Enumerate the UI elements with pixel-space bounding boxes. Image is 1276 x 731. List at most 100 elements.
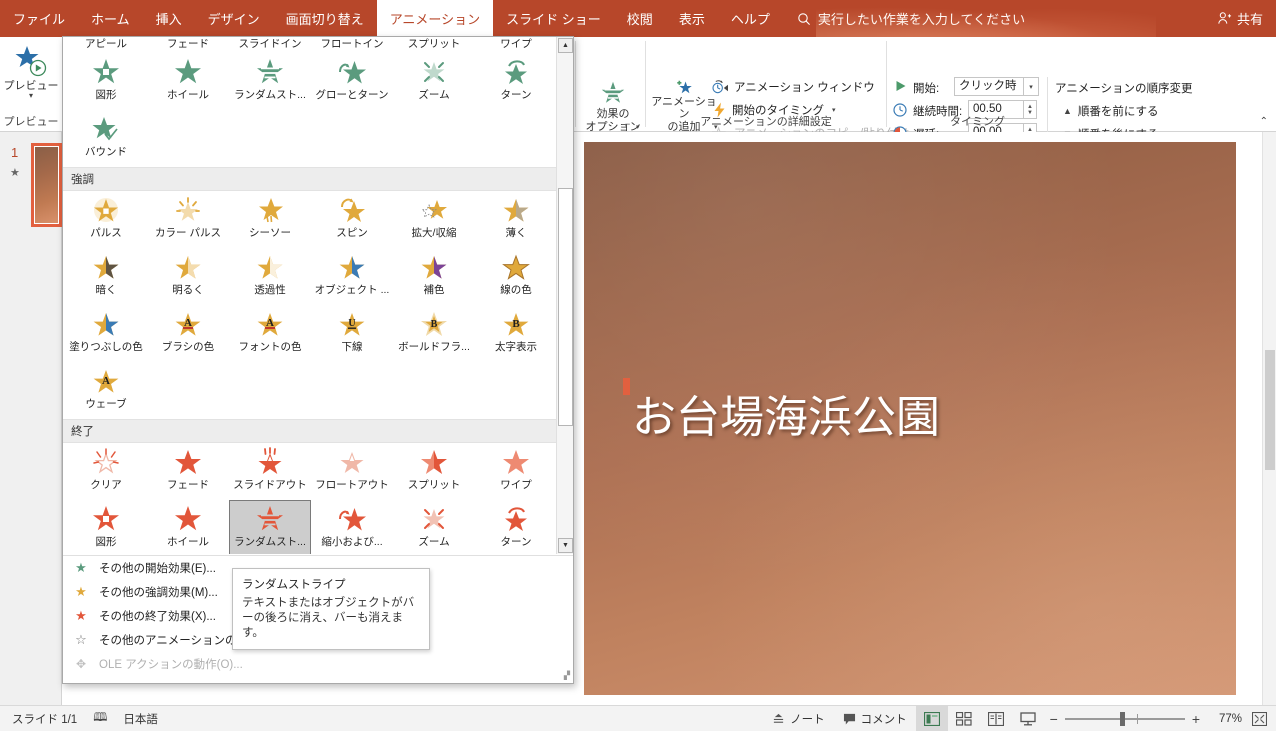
tab-slideshow[interactable]: スライド ショー <box>493 0 614 37</box>
effect-exit-random-bars[interactable]: ランダムスト... <box>229 500 311 554</box>
tab-design[interactable]: デザイン <box>195 0 273 37</box>
effect-exit-fade[interactable]: フェード <box>147 443 229 500</box>
effect-exit-float-out[interactable]: フロートアウト <box>311 443 393 500</box>
view-slideshow-button[interactable] <box>1012 706 1044 731</box>
editor-scrollbar-thumb[interactable] <box>1265 350 1275 470</box>
language-label[interactable]: 日本語 <box>123 711 158 727</box>
zoom-track[interactable] <box>1064 711 1185 726</box>
effect-emphasis-color-pulse[interactable]: カラー パルス <box>147 191 229 248</box>
effect-exit-split[interactable]: スプリット <box>393 443 475 500</box>
star-exit-random-bars-icon <box>257 506 283 531</box>
effect-emphasis-font-color[interactable]: A フォントの色 <box>229 305 311 362</box>
effect-entrance-wipe[interactable]: ワイプ <box>475 37 557 53</box>
start-select-value[interactable]: クリック時 <box>954 77 1024 96</box>
effect-entrance-fly-in[interactable]: スライドイン <box>229 37 311 53</box>
zoom-out-button[interactable]: − <box>1050 711 1058 727</box>
tab-transitions[interactable]: 画面切り替え <box>273 0 377 37</box>
effect-entrance-random-bars[interactable]: ランダムスト... <box>229 53 311 110</box>
effect-entrance-split[interactable]: スプリット <box>393 37 475 53</box>
effect-entrance-float-in[interactable]: フロートイン <box>311 37 393 53</box>
effect-emphasis-fill-color[interactable]: 塗りつぶしの色 <box>65 305 147 362</box>
start-play-icon <box>896 81 906 91</box>
effect-exit-fly-out[interactable]: スライドアウト <box>229 443 311 500</box>
effect-exit-wipe[interactable]: ワイプ <box>475 443 557 500</box>
effect-emphasis-underline[interactable]: U 下線 <box>311 305 393 362</box>
editor-vertical-scrollbar[interactable] <box>1262 132 1276 705</box>
animation-dialog-launcher[interactable]: ⌐ <box>625 119 630 129</box>
effect-entrance-grow-turn[interactable]: グローとターン <box>311 53 393 110</box>
preview-caret-icon[interactable]: ▾ <box>29 92 33 100</box>
comments-button[interactable]: コメント <box>834 706 916 731</box>
effect-exit-shrink-turn[interactable]: 縮小および... <box>311 500 393 554</box>
collapse-ribbon-icon[interactable]: ⌃ <box>1260 116 1268 127</box>
tab-file[interactable]: ファイル <box>0 0 78 37</box>
effect-emphasis-bold-flash[interactable]: B ボールドフラ... <box>393 305 475 362</box>
zoom-knob[interactable] <box>1119 711 1125 726</box>
slide-canvas[interactable]: お台場海浜公園 <box>584 142 1236 695</box>
zoom-percent-label[interactable]: 77% <box>1206 713 1242 725</box>
effect-emphasis-bold-reveal[interactable]: B 太字表示 <box>475 305 557 362</box>
star-wave-icon: A <box>93 370 119 393</box>
effect-exit-swivel[interactable]: ターン <box>475 500 557 554</box>
view-slide-sorter-button[interactable] <box>948 706 980 731</box>
effect-emphasis-desaturate[interactable]: 薄く <box>475 191 557 248</box>
slide-title-text[interactable]: お台場海浜公園 <box>623 378 940 444</box>
tab-animations[interactable]: アニメーション <box>376 0 494 37</box>
effect-emphasis-grow-shrink[interactable]: 拡大/収縮 <box>393 191 475 248</box>
tab-insert[interactable]: 挿入 <box>143 0 195 37</box>
view-reading-button[interactable] <box>980 706 1012 731</box>
effect-emphasis-object-color[interactable]: オブジェクト ... <box>311 248 393 305</box>
effect-options-button[interactable]: 効果の オプション <box>582 75 644 133</box>
effect-emphasis-spin[interactable]: スピン <box>311 191 393 248</box>
share-button[interactable]: 共有 <box>1217 0 1263 37</box>
tab-view[interactable]: 表示 <box>666 0 718 37</box>
tab-help[interactable]: ヘルプ <box>718 0 783 37</box>
effect-options-caret-icon[interactable]: ▾ <box>636 123 640 131</box>
effect-entrance-bounce[interactable]: バウンド <box>65 110 147 167</box>
gallery-scroll-up-button[interactable]: ▲ <box>558 38 573 53</box>
gallery-resize-grip[interactable]: ▞ <box>564 671 570 680</box>
gallery-scrollbar-thumb[interactable] <box>558 188 573 426</box>
start-dropdown-arrow-icon[interactable]: ▾ <box>1024 77 1039 96</box>
effect-emphasis-complementary-color[interactable]: 補色 <box>393 248 475 305</box>
animation-pane-button[interactable]: アニメーション ウィンドウ <box>712 79 875 95</box>
effect-exit-zoom[interactable]: ズーム <box>393 500 475 554</box>
effect-entrance-swivel[interactable]: ターン <box>475 53 557 110</box>
effect-emphasis-line-color[interactable]: 線の色 <box>475 248 557 305</box>
svg-text:U: U <box>348 318 355 329</box>
start-label: 開始: <box>913 83 940 95</box>
tab-home[interactable]: ホーム <box>78 0 143 37</box>
slide-thumbnail-1[interactable] <box>31 143 62 227</box>
preview-button[interactable]: プレビュー ▾ <box>2 40 60 114</box>
effect-exit-shape[interactable]: 図形 <box>65 500 147 554</box>
gallery-scroll-down-button[interactable]: ▼ <box>558 538 573 553</box>
gallery-scrollbar[interactable]: ▲ ▼ <box>556 37 573 554</box>
effect-entrance-fade[interactable]: フェード <box>147 37 229 53</box>
effect-exit-disappear[interactable]: クリア <box>65 443 147 500</box>
spellcheck-icon[interactable]: 🕮 <box>93 708 107 729</box>
effect-emphasis-teeter[interactable]: シーソー <box>229 191 311 248</box>
view-normal-button[interactable] <box>915 705 948 731</box>
menu-more-emphasis-effects-label: その他の強調効果(M)... <box>99 587 218 599</box>
star-swivel-icon <box>505 60 527 84</box>
tell-me-search[interactable]: 実行したい作業を入力してください <box>783 0 1025 37</box>
effect-emphasis-lighten[interactable]: 明るく <box>147 248 229 305</box>
tab-review[interactable]: 校閲 <box>614 0 666 37</box>
effect-emphasis-brush-color[interactable]: A ブラシの色 <box>147 305 229 362</box>
effect-entrance-shape[interactable]: 図形 <box>65 53 147 110</box>
zoom-in-button[interactable]: + <box>1192 711 1200 727</box>
zoom-slider[interactable]: − + <box>1044 711 1206 727</box>
effect-emphasis-darken[interactable]: 暗く <box>65 248 147 305</box>
fit-slide-to-window-button[interactable] <box>1242 706 1276 731</box>
effect-entrance-zoom[interactable]: ズーム <box>393 53 475 110</box>
notes-button[interactable]: ノート <box>763 706 834 731</box>
tooltip-title: ランダムストライプ <box>242 579 346 591</box>
effect-entrance-wheel[interactable]: ホイール <box>147 53 229 110</box>
effect-emphasis-pulse[interactable]: パルス <box>65 191 147 248</box>
slide-count-label[interactable]: スライド 1/1 <box>12 711 77 727</box>
effect-exit-wheel[interactable]: ホイール <box>147 500 229 554</box>
move-earlier-button[interactable]: ▲ 順番を前にする <box>1063 103 1159 119</box>
effect-entrance-appear[interactable]: アピール <box>65 37 147 53</box>
effect-emphasis-transparency[interactable]: 透過性 <box>229 248 311 305</box>
effect-emphasis-wave[interactable]: A ウェーブ <box>65 362 147 419</box>
